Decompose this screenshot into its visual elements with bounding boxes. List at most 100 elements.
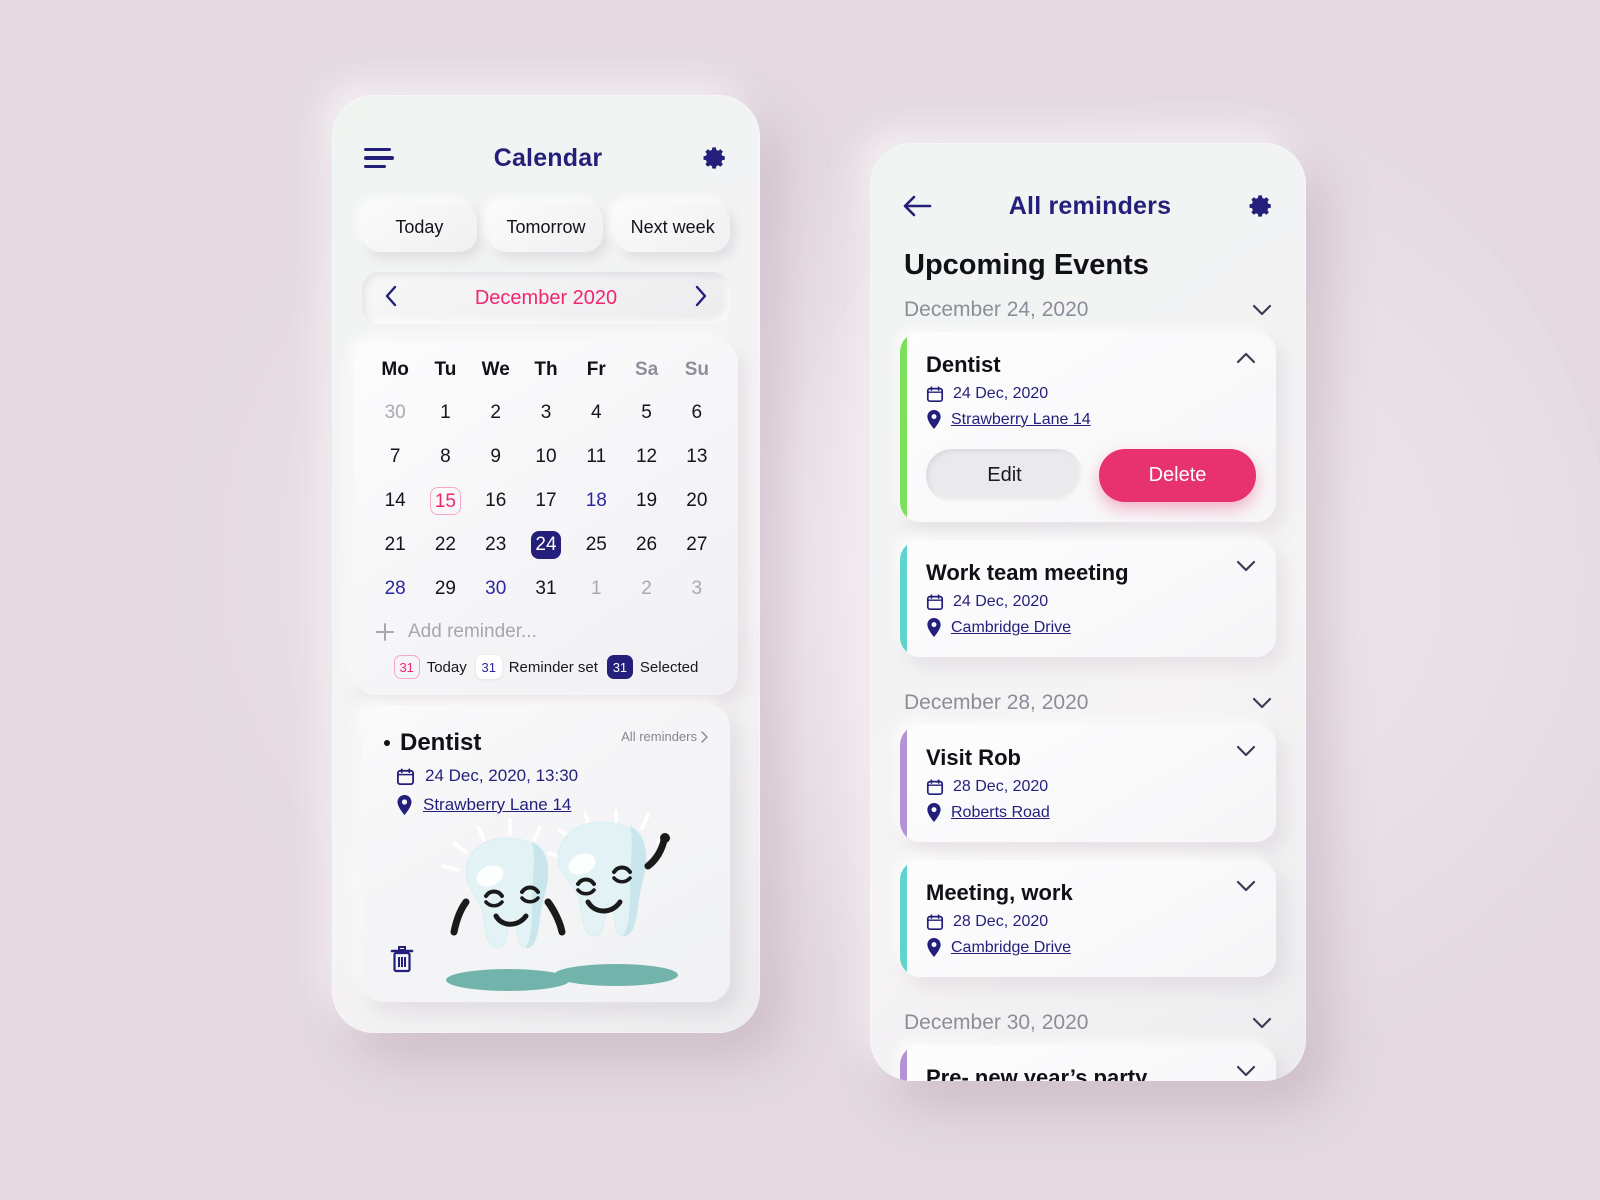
edit-button[interactable]: Edit — [926, 449, 1083, 502]
event-location[interactable]: Roberts Road — [951, 804, 1050, 822]
calendar-day-25[interactable]: 25 — [582, 531, 611, 559]
calendar-icon — [926, 386, 944, 403]
trash-icon[interactable] — [390, 946, 414, 978]
legend-item-reminder-set: 31 Reminder set — [475, 655, 598, 679]
calendar-day-8[interactable]: 8 — [431, 443, 459, 471]
calendar-topbar: Calendar — [332, 121, 760, 195]
calendar-day-19[interactable]: 19 — [632, 487, 661, 515]
chevron-down-icon[interactable] — [1236, 1065, 1256, 1077]
delete-button[interactable]: Delete — [1099, 449, 1256, 502]
calendar-day-2[interactable]: 2 — [633, 575, 661, 603]
legend-label: Selected — [639, 658, 699, 676]
legend-label: Reminder set — [508, 658, 598, 676]
calendar-day-2[interactable]: 2 — [482, 399, 510, 427]
event-card[interactable]: Meeting, work 28 Dec, 2020 Cambridge Drive — [900, 860, 1276, 977]
event-card[interactable]: Work team meeting 24 Dec, 2020 Cambridge D… — [900, 540, 1276, 657]
calendar-day-30[interactable]: 30 — [381, 399, 410, 427]
chevron-down-icon[interactable] — [1236, 880, 1256, 892]
calendar-day-31[interactable]: 31 — [531, 575, 560, 603]
event-actions: Edit Delete — [926, 449, 1256, 502]
event-accent-bar — [900, 1045, 907, 1081]
calendar-day-24[interactable]: 24 — [531, 531, 561, 559]
calendar-day-26[interactable]: 26 — [632, 531, 661, 559]
calendar-cell: 2 — [621, 567, 671, 611]
calendar-day-14[interactable]: 14 — [381, 487, 410, 515]
event-location[interactable]: Cambridge Drive — [951, 619, 1071, 637]
hamburger-icon[interactable] — [364, 147, 394, 169]
calendar-cell: 9 — [471, 435, 521, 479]
calendar-cell: 14 — [370, 479, 420, 523]
chevron-down-icon[interactable] — [1252, 1017, 1272, 1029]
calendar-week-row: 30 1 2 3 4 5 6 — [370, 391, 722, 435]
calendar-week-row: 14 15 16 17 18 19 20 — [370, 479, 722, 523]
calendar-day-29[interactable]: 29 — [431, 575, 460, 603]
chevron-up-icon[interactable] — [1236, 352, 1256, 364]
date-group-header[interactable]: December 28, 2020 — [870, 675, 1306, 725]
calendar-cell: 4 — [571, 391, 621, 435]
calendar-day-27[interactable]: 27 — [682, 531, 711, 559]
calendar-week-row: 28 29 30 31 1 2 3 — [370, 567, 722, 611]
chip-next-week[interactable]: Next week — [615, 203, 731, 252]
calendar-day-16[interactable]: 16 — [481, 487, 510, 515]
event-date: 24 Dec, 2020 — [953, 385, 1049, 402]
event-date-row: 24 Dec, 2020 — [926, 593, 1256, 611]
calendar-day-1[interactable]: 1 — [582, 575, 610, 603]
calendar-day-11[interactable]: 11 — [582, 443, 610, 471]
calendar-day-21[interactable]: 21 — [381, 531, 410, 559]
calendar-day-4[interactable]: 4 — [582, 399, 610, 427]
chevron-down-icon[interactable] — [1252, 304, 1272, 316]
calendar-cell: 1 — [571, 567, 621, 611]
calendar-cell: 2 — [471, 391, 521, 435]
calendar-day-23[interactable]: 23 — [481, 531, 510, 559]
date-group-label: December 30, 2020 — [904, 1011, 1089, 1034]
calendar-day-15[interactable]: 15 — [429, 487, 461, 515]
all-reminders-link[interactable]: All reminders — [621, 729, 708, 744]
arrow-left-icon[interactable] — [902, 195, 932, 217]
calendar-day-6[interactable]: 6 — [683, 399, 711, 427]
calendar-day-7[interactable]: 7 — [381, 443, 409, 471]
calendar-cell: 15 — [420, 479, 470, 523]
calendar-day-17[interactable]: 17 — [531, 487, 560, 515]
add-reminder-button[interactable]: Add reminder... — [370, 611, 722, 651]
chevron-right-icon[interactable] — [694, 285, 708, 312]
event-card-header: Meeting, work — [926, 880, 1256, 906]
event-card[interactable]: Dentist 24 Dec, 2020 Strawberry Lane 14 Edi… — [900, 332, 1276, 522]
calendar-day-9[interactable]: 9 — [482, 443, 510, 471]
event-card-header: Visit Rob — [926, 745, 1256, 771]
calendar-day-22[interactable]: 22 — [431, 531, 460, 559]
calendar-day-3[interactable]: 3 — [683, 575, 711, 603]
gear-icon[interactable] — [1248, 193, 1274, 219]
event-title: Visit Rob — [926, 745, 1021, 770]
date-group-header[interactable]: December 30, 2020 — [870, 995, 1306, 1045]
chip-tomorrow[interactable]: Tomorrow — [488, 203, 604, 252]
calendar-day-20[interactable]: 20 — [682, 487, 711, 515]
calendar-day-10[interactable]: 10 — [531, 443, 560, 471]
event-card[interactable]: Pre- new year’s party — [900, 1045, 1276, 1081]
chevron-down-icon[interactable] — [1252, 697, 1272, 709]
calendar-card: Mo Tu We Th Fr Sa Su 30 1 2 3 4 5 6 7 8 9 10 11 12 13 14 15 16… — [354, 341, 738, 695]
calendar-weekday-header: Mo Tu We Th Fr Sa Su — [370, 359, 722, 391]
calendar-day-13[interactable]: 13 — [682, 443, 711, 471]
calendar-cell: 12 — [621, 435, 671, 479]
calendar-day-12[interactable]: 12 — [632, 443, 661, 471]
legend-badge: 31 — [393, 655, 420, 679]
calendar-day-18[interactable]: 18 — [582, 487, 611, 515]
page-title: Calendar — [493, 143, 603, 172]
calendar-day-30[interactable]: 30 — [481, 575, 510, 603]
two-happy-teeth-illustration — [441, 810, 678, 991]
chevron-left-icon[interactable] — [384, 285, 398, 312]
calendar-day-1[interactable]: 1 — [431, 399, 459, 427]
chevron-down-icon[interactable] — [1236, 745, 1256, 757]
event-location[interactable]: Cambridge Drive — [951, 939, 1071, 957]
calendar-day-28[interactable]: 28 — [381, 575, 410, 603]
event-card[interactable]: Visit Rob 28 Dec, 2020 Roberts Road — [900, 725, 1276, 842]
calendar-day-5[interactable]: 5 — [633, 399, 661, 427]
calendar-icon — [926, 914, 944, 931]
calendar-cell: 31 — [521, 567, 571, 611]
calendar-day-3[interactable]: 3 — [532, 399, 560, 427]
date-group-header[interactable]: December 24, 2020 — [870, 282, 1306, 332]
chevron-down-icon[interactable] — [1236, 560, 1256, 572]
event-location[interactable]: Strawberry Lane 14 — [951, 411, 1091, 429]
gear-icon[interactable] — [702, 145, 728, 171]
chip-today[interactable]: Today — [362, 203, 477, 252]
